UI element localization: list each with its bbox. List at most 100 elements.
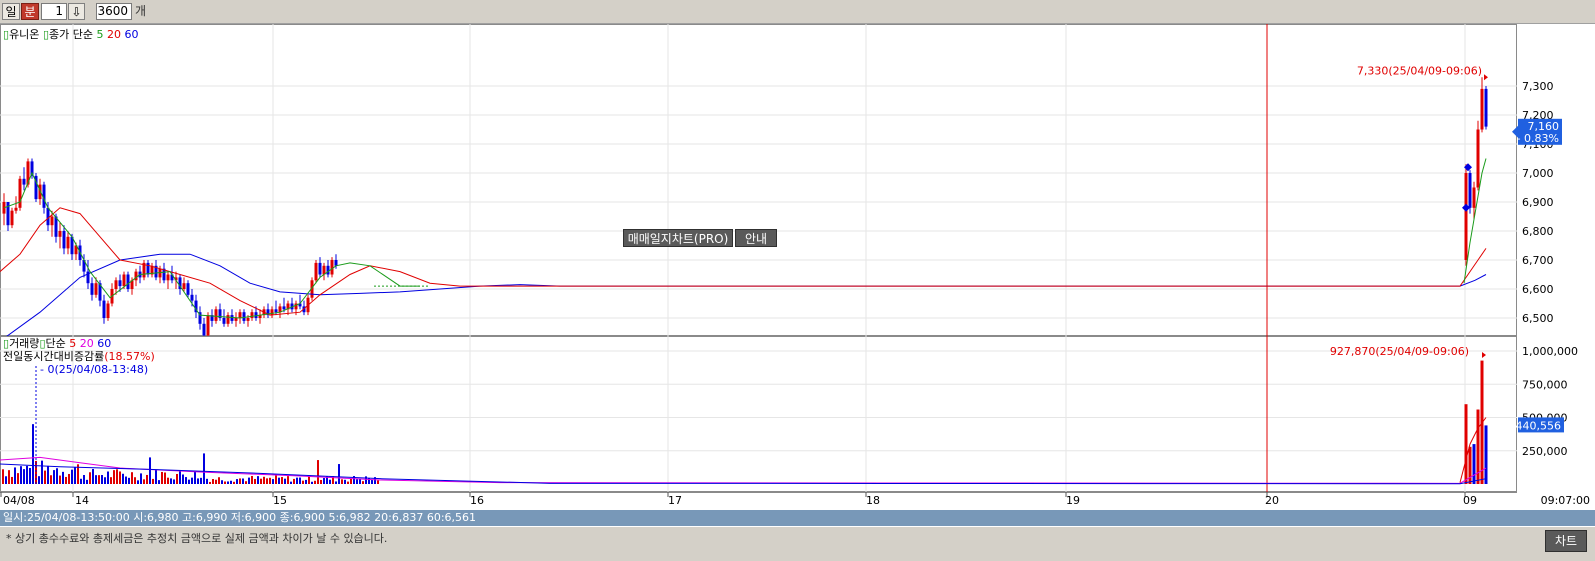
volume-bar	[245, 481, 247, 484]
volume-bar	[83, 475, 85, 484]
volume-bar	[41, 460, 43, 484]
high-arrow-icon	[1484, 74, 1488, 81]
volume-bar	[362, 481, 364, 484]
volume-bar	[23, 469, 25, 484]
price-panel[interactable]: 7,3007,2007,1007,0006,9006,8006,7006,600…	[0, 24, 1562, 336]
volume-bar	[233, 481, 235, 484]
candle-body	[14, 207, 18, 211]
candle-body	[58, 231, 62, 237]
volume-bar	[176, 473, 178, 484]
volume-bar	[92, 468, 94, 484]
volume-bar	[101, 475, 103, 484]
volume-bar	[140, 473, 142, 484]
guide-button[interactable]: 안내	[735, 229, 777, 247]
candle-body	[1472, 187, 1476, 208]
candle-body	[1480, 88, 1484, 130]
volume-bar	[188, 479, 190, 484]
volume-bar	[32, 424, 34, 484]
volume-bar	[122, 473, 124, 484]
legend-ma20: 20	[106, 28, 121, 41]
volume-bar	[170, 478, 172, 484]
candle-body	[66, 236, 70, 249]
volume-title: 거래량	[9, 337, 40, 350]
volume-bar	[17, 473, 19, 484]
candle-body	[250, 312, 254, 318]
volume-bar	[302, 480, 304, 484]
volume-bar	[1464, 404, 1468, 484]
candle-body	[114, 280, 118, 289]
volume-bar	[287, 476, 289, 484]
x-end-time: 09:07:00	[1541, 494, 1590, 507]
volume-bar	[260, 478, 262, 484]
volume-bar	[236, 479, 238, 484]
volume-bar	[44, 470, 46, 484]
volume-bar	[329, 479, 331, 484]
volume-bar	[197, 478, 199, 484]
chart-button[interactable]: 차트	[1545, 530, 1587, 552]
volume-bar	[344, 479, 346, 484]
volume-bar	[164, 472, 166, 484]
volume-bar	[239, 478, 241, 484]
x-tick-label: 20	[1265, 494, 1279, 507]
volume-bar	[209, 481, 211, 484]
x-tick-label: 16	[470, 494, 484, 507]
volume-bar	[335, 481, 337, 484]
volume-bar	[230, 480, 232, 484]
volume-bar	[212, 479, 214, 484]
candle-body	[102, 300, 106, 318]
volume-bar	[143, 479, 145, 484]
y-tick-label: 6,500	[1522, 312, 1554, 325]
candle-body	[230, 315, 234, 321]
x-axis-bg	[0, 492, 1595, 510]
ratio-legend: 전일동시간대비증감률(18.57%)	[3, 350, 155, 363]
candle-body	[214, 309, 218, 321]
candle-body	[90, 283, 94, 295]
volume-bar	[161, 471, 163, 484]
volume-bar	[20, 466, 22, 484]
volume-bar	[371, 479, 373, 484]
volume-bar	[104, 477, 106, 484]
notice-bar: * 상기 총수수료와 총제세금은 추정치 금액으로 실제 금액과 차이가 날 수…	[0, 527, 1595, 561]
ma5-line	[3, 171, 420, 319]
volume-bar	[113, 470, 115, 484]
max-label: 927,870(25/04/09-09:06)	[1330, 345, 1469, 358]
volume-bar	[320, 479, 322, 484]
volume-bar	[110, 477, 112, 484]
volume-bar	[146, 474, 148, 484]
y-tick-label: 6,800	[1522, 225, 1554, 238]
candle-body	[334, 260, 338, 266]
volume-bar	[227, 481, 229, 484]
candle-body	[246, 318, 250, 321]
volume-bar	[59, 475, 61, 484]
volume-bar	[248, 477, 250, 484]
trade-journal-chart-button[interactable]: 매매일지차트(PRO)	[623, 229, 733, 247]
interval-stepper[interactable]: ⇩	[68, 3, 85, 20]
candle-body	[222, 318, 226, 324]
legend-ma60: 60	[124, 28, 139, 41]
count-input[interactable]: 3600	[96, 3, 132, 20]
volume-bar	[155, 469, 157, 484]
volume-bar	[5, 476, 7, 484]
candle-body	[10, 210, 14, 226]
interval-input[interactable]: 1	[41, 3, 67, 20]
volume-bar	[269, 477, 271, 484]
period-minute-button[interactable]: 분	[21, 3, 39, 20]
volume-bar	[14, 467, 16, 484]
volume-bar	[266, 478, 268, 484]
volume-panel[interactable]: 1,000,000750,000500,000250,000- 0(25/04/…	[0, 336, 1578, 492]
volume-bar	[293, 478, 295, 484]
volume-bar	[272, 479, 274, 484]
y-tick-label: 7,300	[1522, 80, 1554, 93]
volume-bar	[365, 476, 367, 484]
volume-bar	[341, 479, 343, 484]
candle-body	[18, 178, 22, 208]
volume-bar	[38, 476, 40, 484]
y-tick-label: 6,700	[1522, 254, 1554, 267]
volume-bar	[152, 478, 154, 484]
arrow-down-icon: ⇩	[71, 5, 82, 19]
period-day-button[interactable]: 일	[2, 3, 20, 20]
volume-bar	[62, 471, 64, 484]
volume-bar	[281, 477, 283, 484]
volume-bar	[203, 453, 205, 484]
volume-chart: 1,000,000750,000500,000250,000- 0(25/04/…	[0, 336, 1578, 492]
